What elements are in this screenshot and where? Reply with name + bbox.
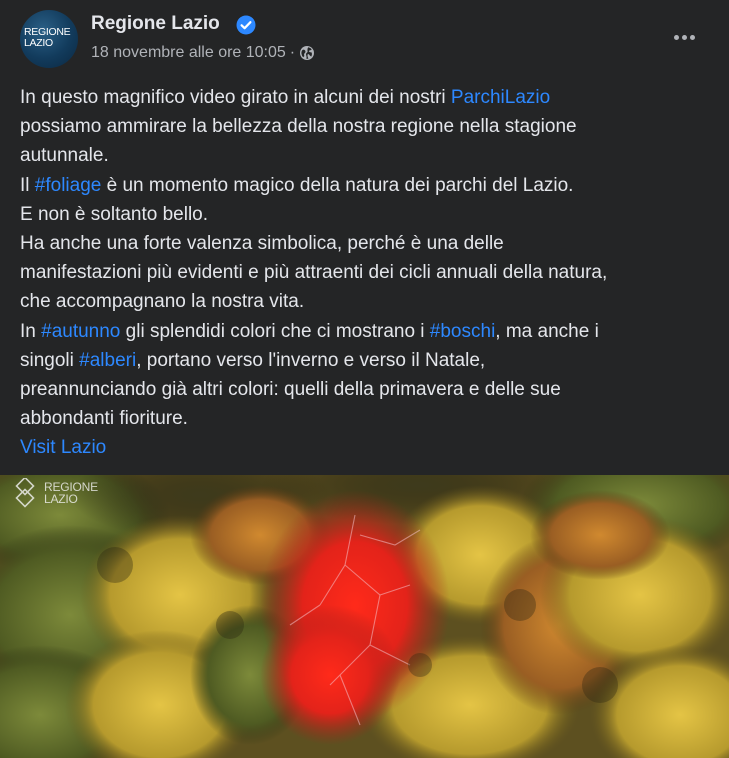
post-meta: 18 novembre alle ore 10:05 ·: [91, 44, 315, 62]
post-text-line: manifestazioni più evidenti e più attrae…: [20, 258, 720, 287]
more-dot: [681, 34, 687, 40]
post-text-line: Il #foliage è un momento magico della na…: [20, 171, 720, 200]
post-text-segment: Ha anche una forte valenza simbolica, pe…: [20, 233, 504, 255]
post-text-line: In #autunno gli splendidi colori che ci …: [20, 317, 720, 346]
post-text-line: E non è soltanto bello.: [20, 200, 720, 229]
post-text-segment: E non è soltanto bello.: [20, 203, 209, 225]
post-text-segment: singoli: [20, 349, 80, 371]
meta-separator: ·: [289, 44, 296, 61]
verified-badge-icon: [236, 15, 256, 35]
post-text-segment: In: [20, 320, 42, 342]
watermark-line2: LAZIO: [44, 492, 78, 506]
post-text-segment: , portano verso l'inverno e verso il Nat…: [136, 349, 486, 371]
post-text-segment: autunnale.: [20, 145, 109, 167]
facebook-post: REGIONE LAZIO Regione Lazio 18 novembre …: [0, 0, 729, 758]
post-text-line: preannunciando già altri colori: quelli …: [20, 375, 720, 404]
post-text: In questo magnifico video girato in alcu…: [20, 83, 720, 463]
hashtag-link[interactable]: #foliage: [35, 175, 102, 196]
post-header: REGIONE LAZIO Regione Lazio 18 novembre …: [0, 0, 729, 80]
post-text-line: abbondanti fioriture.: [20, 404, 720, 433]
regione-lazio-logo-icon: [15, 478, 35, 508]
post-text-line: singoli #alberi, portano verso l'inverno…: [20, 346, 720, 375]
post-text-segment: gli splendidi colori che ci mostrano i: [120, 320, 430, 342]
more-options-button[interactable]: [666, 22, 702, 52]
post-text-segment: preannunciando già altri colori: quelli …: [20, 379, 561, 401]
post-timestamp[interactable]: 18 novembre alle ore 10:05: [91, 44, 286, 62]
more-dot: [673, 34, 679, 40]
foliage-aerial-image: [0, 475, 729, 758]
post-text-segment: abbondanti fioriture.: [20, 408, 188, 430]
video-watermark: REGIONE LAZIO: [10, 478, 98, 508]
avatar-logo: REGIONE LAZIO: [24, 27, 76, 49]
post-text-line: In questo magnifico video girato in alcu…: [20, 83, 720, 112]
page-avatar[interactable]: REGIONE LAZIO: [20, 10, 78, 68]
post-text-segment: manifestazioni più evidenti e più attrae…: [20, 262, 608, 284]
page-link[interactable]: Visit Lazio: [20, 437, 106, 458]
post-video[interactable]: REGIONE LAZIO: [0, 475, 729, 758]
post-text-segment: Il: [20, 174, 35, 196]
post-text-segment: è un momento magico della natura dei par…: [101, 174, 574, 196]
post-text-segment: , ma anche i: [495, 320, 599, 342]
post-text-line: possiamo ammirare la bellezza della nost…: [20, 112, 720, 141]
post-text-line: Visit Lazio: [20, 433, 720, 462]
post-text-segment: In questo magnifico video girato in alcu…: [20, 87, 451, 108]
post-text-line: autunnale.: [20, 141, 720, 170]
globe-icon[interactable]: [299, 45, 315, 61]
post-text-segment: che accompagnano la nostra vita.: [20, 291, 305, 313]
watermark-text: REGIONE LAZIO: [44, 481, 98, 505]
page-name-link[interactable]: Regione Lazio: [91, 13, 220, 35]
hashtag-link[interactable]: #boschi: [430, 321, 496, 342]
post-text-segment: possiamo ammirare la bellezza della nost…: [20, 116, 577, 138]
hashtag-link[interactable]: #autunno: [41, 321, 120, 342]
avatar-logo-line2: LAZIO: [24, 37, 53, 49]
more-dot: [689, 34, 695, 40]
page-link[interactable]: ParchiLazio: [451, 87, 550, 108]
hashtag-link[interactable]: #alberi: [79, 350, 136, 371]
post-text-line: che accompagnano la nostra vita.: [20, 287, 720, 316]
post-text-line: Ha anche una forte valenza simbolica, pe…: [20, 229, 720, 258]
